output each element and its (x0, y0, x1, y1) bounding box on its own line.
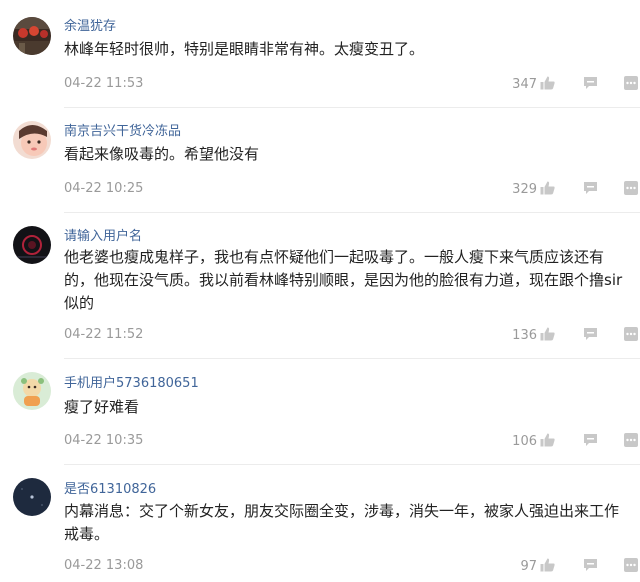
avatar[interactable] (13, 372, 51, 410)
divider (64, 358, 640, 359)
reply-icon[interactable] (583, 76, 598, 90)
reply-icon[interactable] (583, 181, 598, 195)
avatar[interactable] (13, 226, 51, 264)
comment-username[interactable]: 是否61310826 (64, 478, 156, 497)
divider (64, 464, 640, 465)
comment-text: 林峰年轻时很帅，特别是眼睛非常有神。太瘦变丑了。 (64, 40, 425, 58)
avatar-cartoon-icon (13, 372, 51, 410)
more-icon[interactable] (624, 76, 638, 90)
comment-time: 04-22 13:08 (64, 558, 144, 573)
comment-username[interactable]: 手机用户5736180651 (64, 372, 199, 391)
avatar-red-lanterns-icon (13, 17, 51, 55)
more-icon[interactable] (624, 327, 638, 341)
more-icon[interactable] (624, 181, 638, 195)
avatar[interactable] (13, 121, 51, 159)
thumbs-up-icon[interactable] (540, 76, 555, 90)
like-count: 347 (512, 77, 537, 92)
thumbs-up-icon[interactable] (540, 433, 555, 447)
comment-time: 04-22 10:25 (64, 181, 144, 196)
divider (64, 212, 640, 213)
avatar[interactable] (13, 17, 51, 55)
comment-time: 04-22 11:53 (64, 76, 144, 91)
avatar-child-face-icon (13, 121, 51, 159)
avatar-night-sky-icon (13, 478, 51, 516)
more-icon[interactable] (624, 433, 638, 447)
reply-icon[interactable] (583, 327, 598, 341)
reply-icon[interactable] (583, 433, 598, 447)
comment-username[interactable]: 南京吉兴干货冷冻品 (64, 120, 181, 139)
divider (64, 107, 640, 108)
like-count: 329 (512, 182, 537, 197)
comment-text: 他老婆也瘦成鬼样子，我也有点怀疑他们一起吸毒了。一般人瘦下来气质应该还有的，他现… (64, 248, 623, 312)
like-count: 106 (512, 434, 537, 449)
comment-username[interactable]: 余温犹存 (64, 15, 116, 34)
avatar-dark-neon-icon (13, 226, 51, 264)
comment-text: 瘦了好难看 (64, 398, 140, 416)
thumbs-up-icon[interactable] (540, 181, 555, 195)
like-count: 97 (520, 559, 537, 574)
comment-text: 看起来像吸毒的。希望他没有 (64, 145, 260, 163)
thumbs-up-icon[interactable] (540, 558, 555, 572)
comment-time: 04-22 11:52 (64, 327, 144, 342)
thumbs-up-icon[interactable] (540, 327, 555, 341)
comment-time: 04-22 10:35 (64, 433, 144, 448)
like-count: 136 (512, 328, 537, 343)
avatar[interactable] (13, 478, 51, 516)
comment-username[interactable]: 请输入用户名 (64, 225, 142, 244)
reply-icon[interactable] (583, 558, 598, 572)
more-icon[interactable] (624, 558, 638, 572)
comment-text: 内幕消息：交了个新女友，朋友交际圈全变，涉毒，消失一年，被家人强迫出来工作戒毒。 (64, 502, 620, 543)
